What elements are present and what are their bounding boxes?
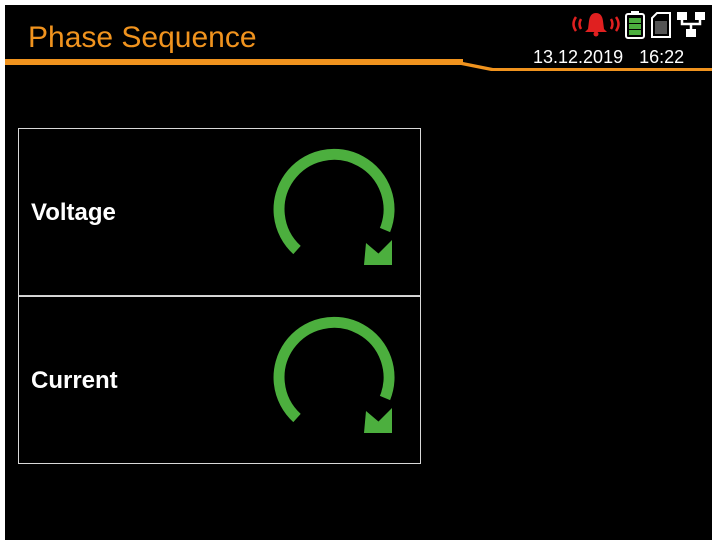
clockwise-rotation-icon <box>273 148 395 265</box>
current-label: Current <box>31 367 118 394</box>
header-bar: Phase Sequence 13.12.2019 16:22 <box>5 5 712 71</box>
status-icons <box>570 9 710 39</box>
page-title: Phase Sequence <box>28 21 257 54</box>
instrument-screen: Phase Sequence 13.12.2019 16:22 Voltage … <box>5 5 712 540</box>
battery-icon <box>625 11 645 39</box>
alarm-bell-icon[interactable] <box>570 11 622 37</box>
date-time-display: 13.12.2019 16:22 <box>533 47 684 68</box>
voltage-label: Voltage <box>31 199 116 226</box>
voltage-panel: Voltage <box>18 128 421 296</box>
network-icon <box>677 12 705 37</box>
current-panel: Current <box>18 296 421 464</box>
sd-card-icon <box>651 12 671 38</box>
time-text: 16:22 <box>639 47 685 67</box>
clockwise-rotation-icon <box>273 316 395 433</box>
date-text: 13.12.2019 <box>533 47 624 67</box>
